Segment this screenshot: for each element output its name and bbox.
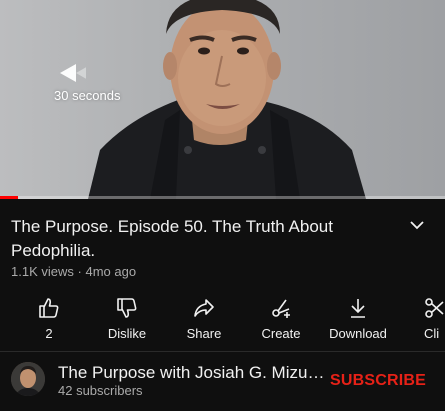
video-title[interactable]: The Purpose. Episode 50. The Truth About… [11, 215, 391, 263]
subscriber-count: 42 subscribers [58, 383, 143, 398]
like-count: 2 [45, 326, 53, 341]
rewind-icon [60, 64, 90, 82]
progress-track[interactable] [0, 196, 445, 199]
video-player[interactable]: 30 seconds [0, 0, 445, 199]
share-icon [194, 299, 214, 317]
meta-separator: · [77, 264, 82, 279]
view-count: 1.1K views [11, 264, 74, 279]
download-icon [351, 299, 365, 318]
thumbs-down-icon [117, 298, 137, 318]
create-button[interactable]: Create [246, 292, 316, 344]
rewind-indicator: 30 seconds [46, 62, 136, 103]
channel-avatar-image [11, 362, 45, 396]
upload-age: 4mo ago [85, 264, 137, 279]
download-button[interactable]: Download [323, 292, 393, 344]
create-icon [272, 299, 290, 318]
progress-fill [0, 196, 18, 199]
clip-button[interactable]: Cli [397, 292, 445, 344]
dislike-label: Dislike [107, 326, 147, 341]
thumbs-up-icon [39, 298, 59, 318]
channel-name[interactable]: The Purpose with Josiah G. Mizuk... [58, 363, 326, 383]
action-bar: 2 Dislike Share Create Download Cli [0, 292, 445, 344]
subscribe-button[interactable]: SUBSCRIBE [330, 372, 426, 390]
share-button[interactable]: Share [169, 292, 239, 344]
chevron-down-icon[interactable] [408, 218, 426, 232]
clip-label: Cli [424, 326, 440, 341]
like-button[interactable]: 2 [14, 292, 84, 344]
create-label: Create [261, 326, 301, 341]
download-label: Download [329, 326, 387, 341]
video-meta: 1.1K views · 4mo ago [11, 264, 136, 279]
seek-label: 30 seconds [54, 88, 121, 103]
dislike-button[interactable]: Dislike [92, 292, 162, 344]
channel-row[interactable]: The Purpose with Josiah G. Mizuk... 42 s… [0, 352, 445, 411]
scissors-icon [425, 298, 444, 318]
share-label: Share [186, 326, 222, 341]
avatar[interactable] [11, 362, 45, 396]
